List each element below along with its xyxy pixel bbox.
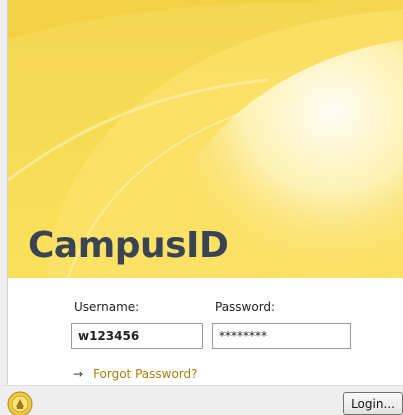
window-left-edge	[0, 0, 8, 415]
username-field[interactable]	[71, 323, 203, 349]
login-window: CampusID Username: Password: → Forgot Pas…	[0, 0, 403, 415]
brand-title: CampusID	[28, 225, 229, 266]
login-button[interactable]: Login...	[343, 392, 403, 415]
login-form: Username: Password: → Forgot Password?	[8, 278, 403, 384]
forgot-password-link[interactable]: Forgot Password?	[93, 367, 197, 381]
forgot-password-row: → Forgot Password?	[73, 367, 198, 381]
right-arrow-icon: →	[73, 367, 84, 381]
brand-banner: CampusID	[8, 0, 403, 278]
username-label: Username:	[74, 300, 140, 314]
campus-seal-icon	[7, 391, 33, 415]
password-field[interactable]	[212, 323, 351, 349]
password-label: Password:	[215, 300, 276, 314]
